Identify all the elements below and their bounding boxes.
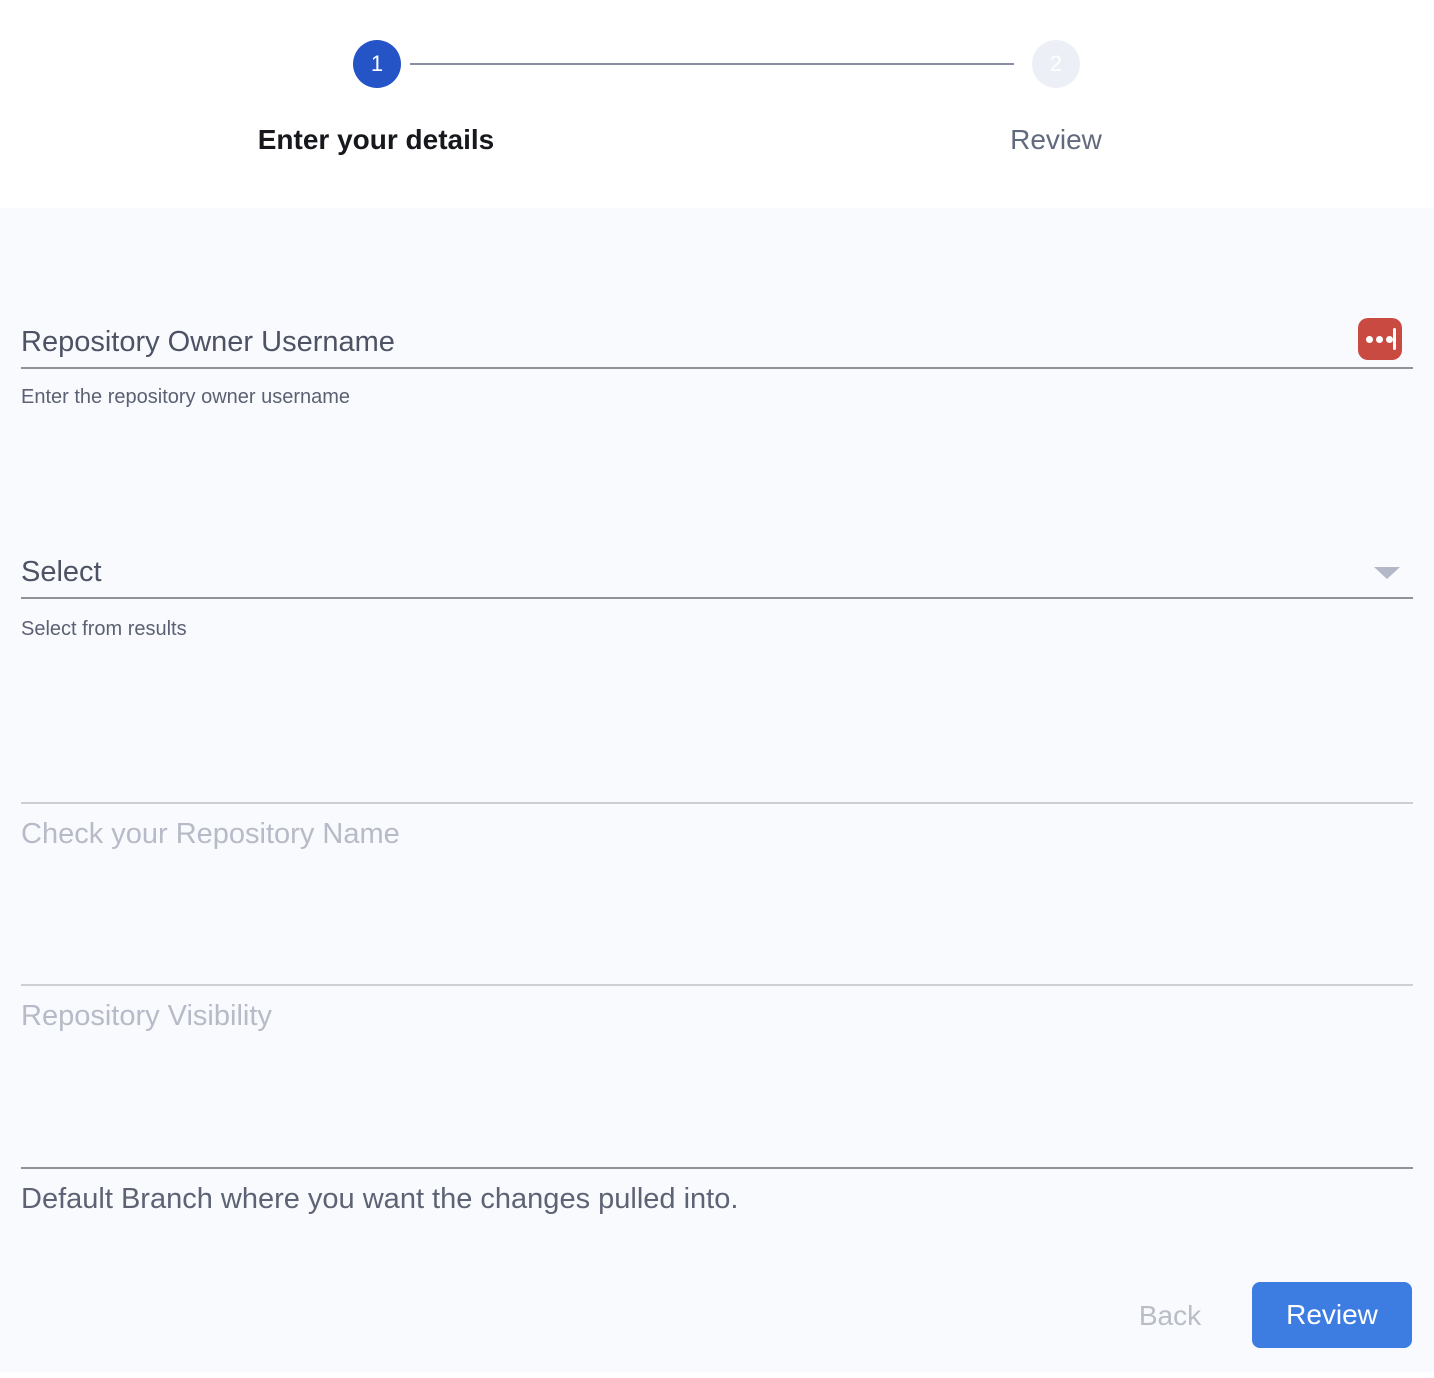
repository-select-helper: Select from results <box>21 617 187 641</box>
password-manager-icon[interactable] <box>1358 318 1402 360</box>
step-1-label: Enter your details <box>166 126 586 154</box>
repository-select[interactable]: Select <box>21 556 102 589</box>
default-branch-underline <box>21 1167 1413 1169</box>
password-manager-dots <box>1366 336 1373 343</box>
step-2-label: Review <box>846 126 1266 154</box>
review-button[interactable]: Review <box>1252 1282 1412 1348</box>
repository-owner-helper: Enter the repository owner username <box>21 385 350 409</box>
step-2-indicator: 2 <box>1032 40 1080 88</box>
password-manager-cursor <box>1393 328 1396 350</box>
back-button[interactable]: Back <box>1090 1300 1250 1332</box>
repository-name-placeholder: Check your Repository Name <box>21 818 400 851</box>
repository-select-underline <box>21 597 1413 599</box>
step-1-indicator: 1 <box>353 40 401 88</box>
repository-owner-underline <box>21 367 1413 369</box>
footer-strip <box>0 1372 1434 1378</box>
default-branch-helper: Default Branch where you want the change… <box>21 1183 738 1216</box>
stepper-connector-line <box>410 63 1014 65</box>
step-1-number: 1 <box>371 53 383 75</box>
repository-owner-input[interactable]: Repository Owner Username <box>21 326 395 359</box>
repository-visibility-placeholder: Repository Visibility <box>21 1000 272 1033</box>
chevron-down-icon[interactable] <box>1374 567 1400 579</box>
repository-name-underline <box>21 802 1413 804</box>
step-2-number: 2 <box>1050 53 1062 75</box>
wizard-screen: 1 2 Enter your details Review Repository… <box>0 0 1434 1378</box>
repository-visibility-underline <box>21 984 1413 986</box>
